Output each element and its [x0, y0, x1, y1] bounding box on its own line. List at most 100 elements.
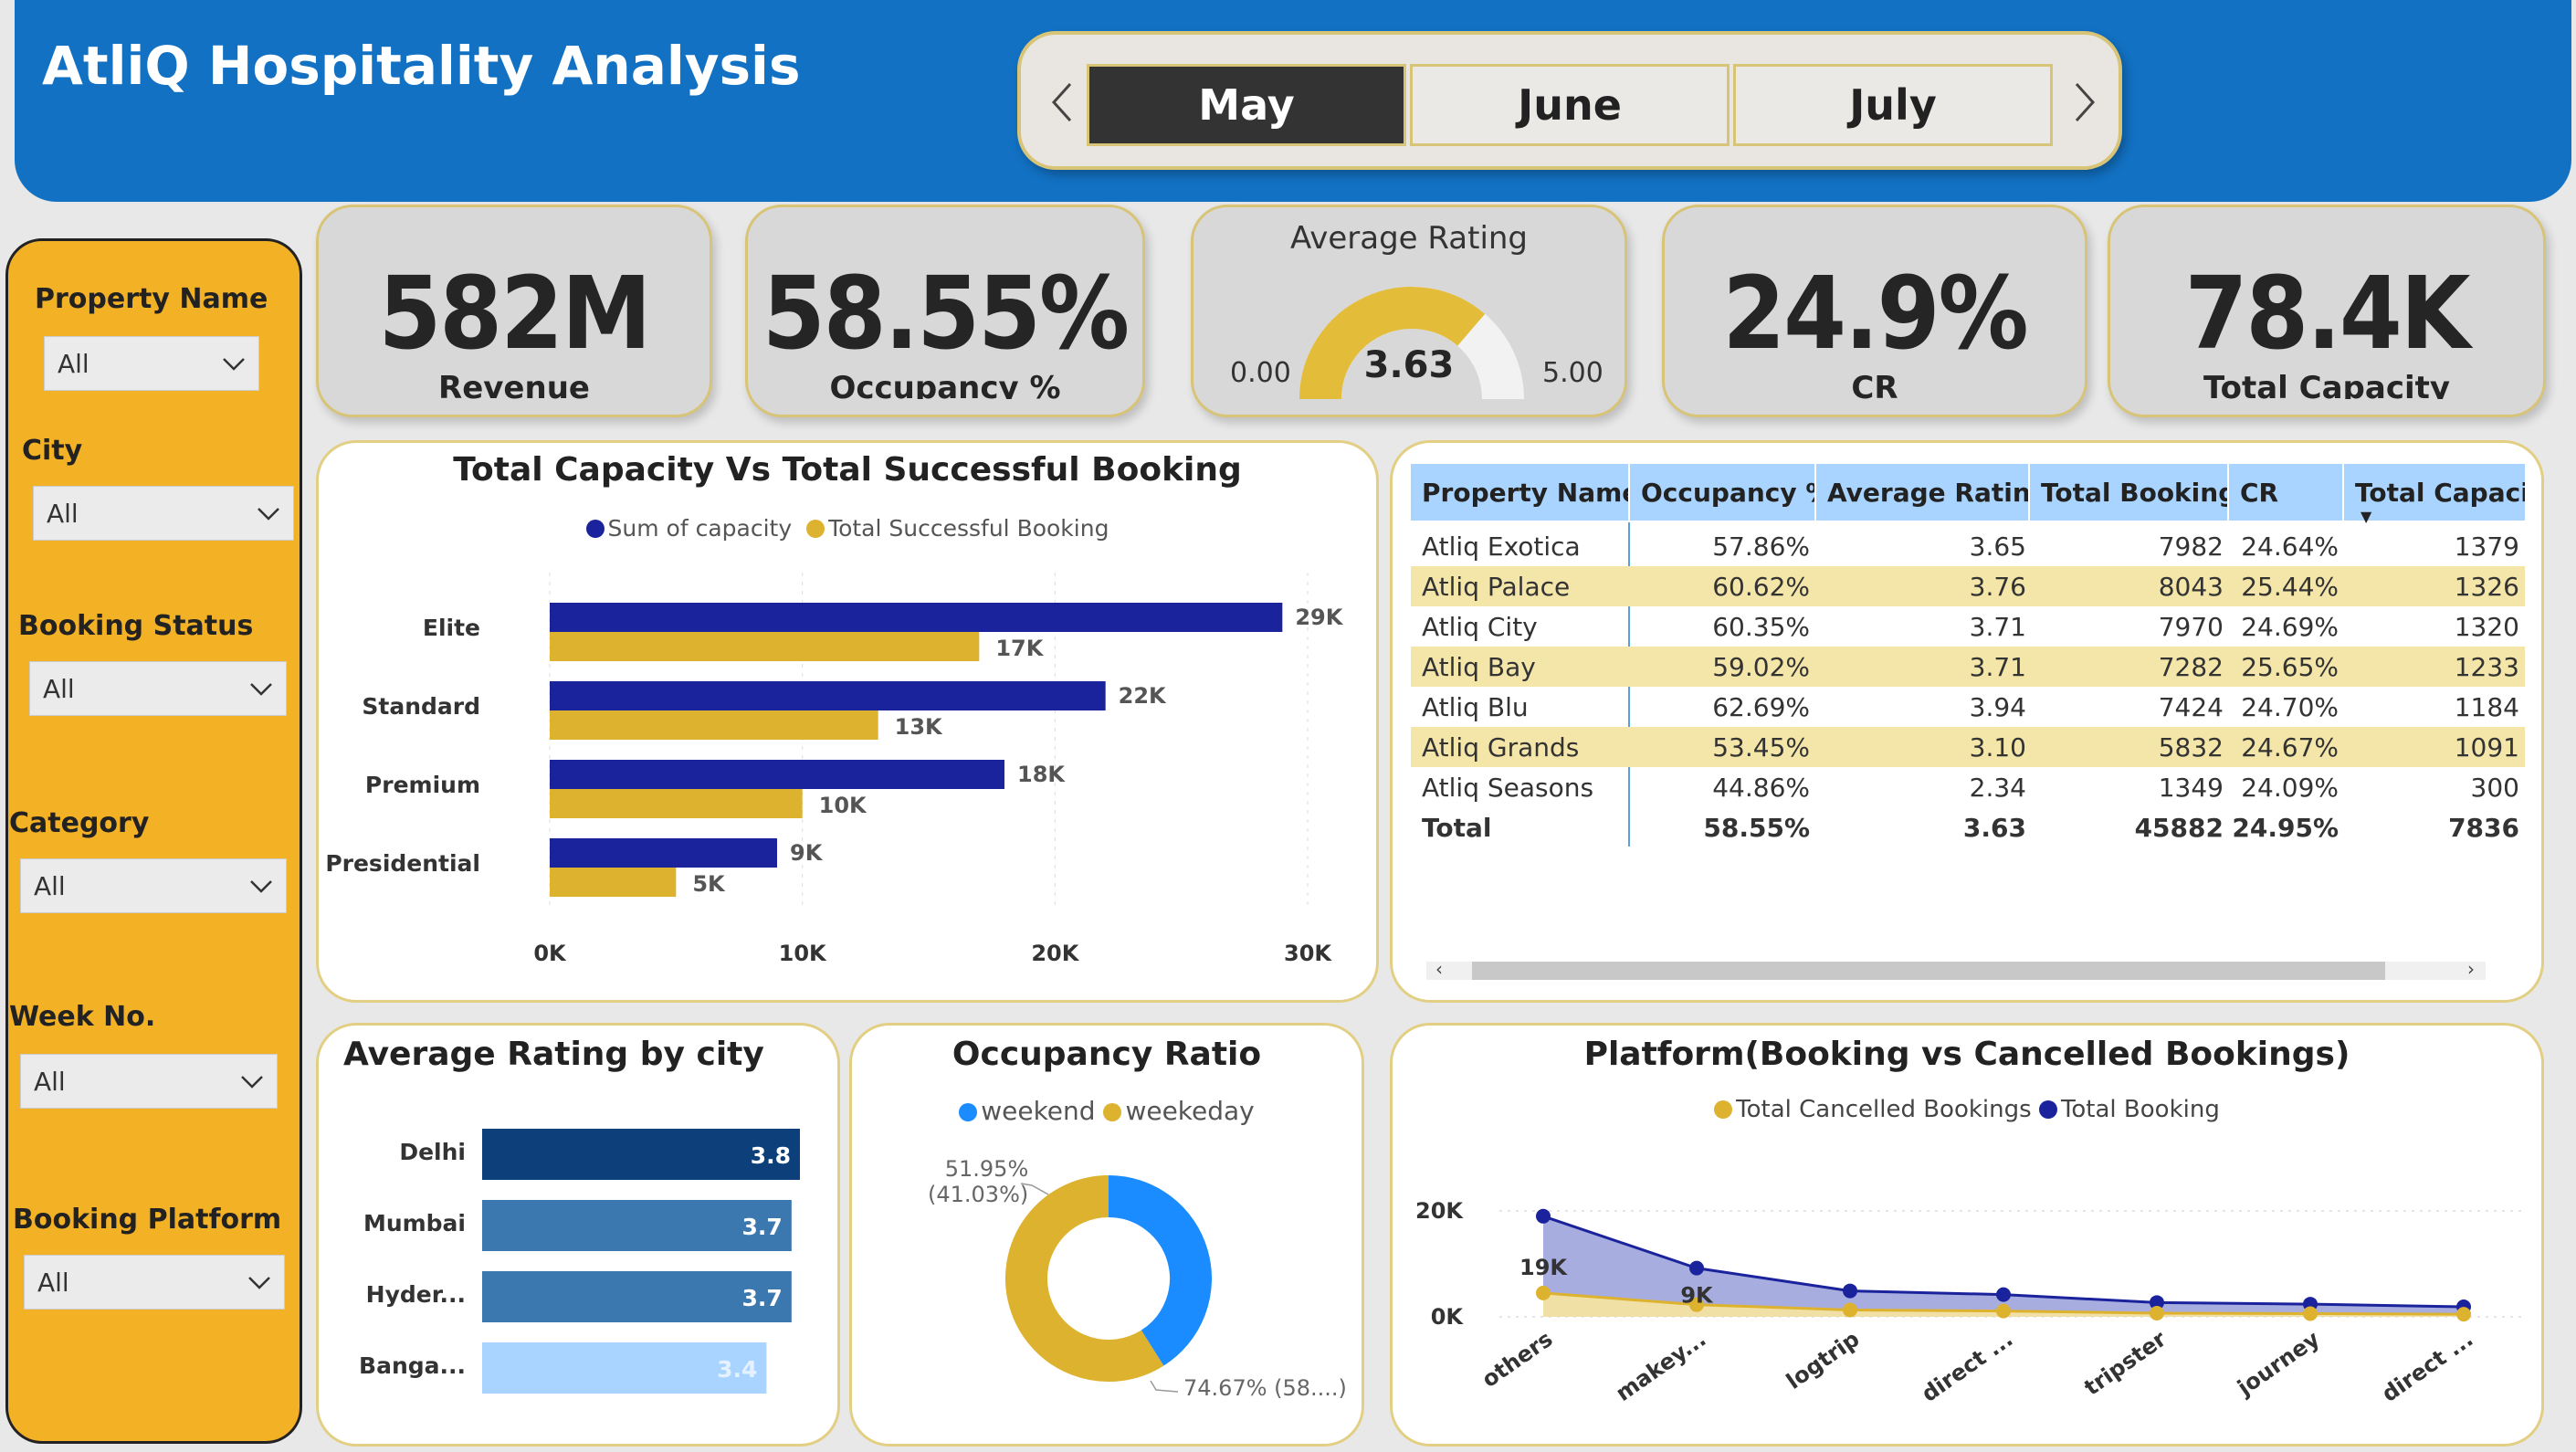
table-cell: 8043 — [2158, 572, 2224, 602]
table-cell: 7970 — [2158, 612, 2224, 642]
filter-label-platform: Booking Platform — [13, 1204, 282, 1236]
city-dropdown-value: All — [47, 498, 79, 529]
table-cell: Atliq Blu — [1422, 692, 1529, 722]
point-cancelled — [1843, 1302, 1857, 1318]
table-row[interactable]: Atliq Palace 60.62% 3.76 8043 25.44% 1326 — [1411, 566, 2525, 606]
table-row[interactable]: Atliq Blu 62.69% 3.94 7424 24.70% 1184 — [1411, 687, 2525, 727]
sort-desc-icon[interactable]: ▼ — [2360, 508, 2371, 525]
kpi-rating-card: Average Rating 0.00 3.63 5.00 — [1191, 205, 1627, 417]
week-dropdown[interactable]: All — [20, 1054, 278, 1109]
table-cell: 7282 — [2158, 652, 2224, 682]
table-row[interactable]: Atliq Grands 53.45% 3.10 5832 24.67% 1091 — [1411, 727, 2525, 767]
table-cell: 1184 — [2454, 692, 2519, 722]
table-cell: 2.34 — [1969, 773, 2026, 803]
table-cell: 7836 — [2448, 813, 2519, 843]
chevron-right-icon[interactable] — [2071, 75, 2098, 141]
table-cell: 60.35% — [1712, 612, 1810, 642]
booking-status-dropdown[interactable]: All — [29, 661, 287, 716]
category-label: Elite — [423, 615, 480, 641]
point-cancelled — [2150, 1305, 2164, 1320]
point-data-label: 19K — [1519, 1255, 1568, 1280]
point-data-label: 9K — [1680, 1283, 1714, 1309]
filter-label-category: Category — [9, 807, 150, 839]
kpi-cr-value: 24.9% — [1722, 255, 2028, 372]
point-cancelled — [2456, 1307, 2471, 1322]
donut-leader-line — [1150, 1380, 1179, 1393]
category-label: Standard — [362, 693, 480, 720]
table-header-cell[interactable]: Occupancy % — [1630, 464, 1814, 521]
table-cell: 7982 — [2158, 531, 2224, 562]
platform-dropdown[interactable]: All — [24, 1255, 285, 1310]
bar-booking-label: 5K — [692, 871, 726, 897]
chevron-down-icon — [250, 880, 272, 893]
bar-capacity — [550, 603, 1283, 632]
table-cell: 300 — [2470, 773, 2519, 803]
week-dropdown-value: All — [34, 1066, 66, 1097]
kpi-revenue-card: 582M Revenue — [316, 205, 712, 417]
scroll-left-icon[interactable]: ‹ — [1435, 958, 1443, 980]
x-tick-label: others — [1477, 1326, 1558, 1393]
table-cell: 3.65 — [1969, 531, 2026, 562]
x-tick-label: logtrip — [1782, 1326, 1864, 1394]
platform-area-chart: 20K 0K 19K others 9K makey... logtrip direct ..… — [1415, 1198, 2522, 1407]
category-dropdown[interactable]: All — [20, 858, 287, 913]
kpi-capacity-value: 78.4K — [2184, 255, 2471, 372]
filter-label-week: Week No. — [9, 1001, 156, 1033]
table-cell: 24.09% — [2241, 773, 2339, 803]
table-cell: 3.94 — [1969, 692, 2026, 722]
city-label: Hyder... — [366, 1281, 466, 1308]
point-cancelled — [1536, 1285, 1551, 1300]
bar-capacity — [550, 760, 1004, 789]
table-row[interactable]: Atliq City 60.35% 3.71 7970 24.69% 1320 — [1411, 606, 2525, 647]
bar-booking — [550, 632, 980, 661]
chevron-left-icon[interactable] — [1048, 75, 1076, 141]
table-cell: 1349 — [2158, 773, 2224, 803]
filter-label-booking-status: Booking Status — [18, 610, 254, 642]
chevron-down-icon — [250, 683, 272, 696]
table-cell: 59.02% — [1712, 652, 1810, 682]
bar-booking — [550, 710, 878, 740]
table-row[interactable]: Atliq Seasons 44.86% 2.34 1349 24.09% 300 — [1411, 767, 2525, 807]
chevron-down-icon — [223, 358, 245, 371]
table-header-cell[interactable]: CR — [2229, 464, 2342, 521]
table-cell: 53.45% — [1712, 732, 1810, 763]
table-header-cell[interactable]: Average Rating — [1816, 464, 2028, 521]
tab-june[interactable]: June — [1410, 64, 1730, 146]
donut-label-weekday: 74.67% (58....) — [1183, 1375, 1347, 1401]
x-tick-label: direct ... — [2377, 1326, 2477, 1407]
table-scroll-thumb[interactable] — [1472, 962, 2385, 980]
x-tick-label: 30K — [1284, 941, 1332, 966]
chevron-down-icon — [258, 508, 279, 521]
x-tick-label: makey... — [1611, 1326, 1710, 1406]
point-cancelled — [1996, 1303, 2011, 1319]
table-row[interactable]: Atliq Exotica 57.86% 3.65 7982 24.64% 1379 — [1411, 526, 2525, 566]
tab-may[interactable]: May — [1087, 64, 1406, 146]
table-hscrollbar[interactable]: ‹ › — [1426, 958, 2486, 980]
table-header-cell[interactable]: Property Name — [1411, 464, 1628, 521]
table-cell: 25.44% — [2241, 572, 2339, 602]
table-cell: 5832 — [2158, 732, 2224, 763]
city-dropdown[interactable]: All — [33, 486, 294, 541]
table-cell: 60.62% — [1712, 572, 1810, 602]
table-cell: 3.76 — [1969, 572, 2026, 602]
table-cell: 3.10 — [1969, 732, 2026, 763]
table-cell: 24.64% — [2241, 531, 2339, 562]
table-header-cell[interactable]: Total Booking — [2030, 464, 2227, 521]
table-cell: 3.63 — [1962, 813, 2026, 843]
scroll-right-icon[interactable]: › — [2467, 958, 2475, 980]
tab-july[interactable]: July — [1733, 64, 2053, 146]
property-dropdown[interactable]: All — [44, 336, 259, 391]
category-label: Premium — [365, 772, 480, 798]
table-row[interactable]: Atliq Bay 59.02% 3.71 7282 25.65% 1233 — [1411, 647, 2525, 687]
booking-status-dropdown-value: All — [43, 673, 75, 704]
city-rating-label: 3.8 — [751, 1142, 791, 1169]
table-cell: 24.69% — [2241, 612, 2339, 642]
category-label: Presidential — [325, 850, 480, 877]
filter-label-city: City — [22, 435, 83, 467]
x-tick-label: 10K — [779, 941, 827, 966]
table-cell: Atliq Exotica — [1422, 531, 1581, 562]
city-rating-label: 3.4 — [717, 1356, 757, 1383]
kpi-revenue-value: 582M — [378, 255, 651, 372]
kpi-occupancy-label: Occupancy % — [829, 370, 1061, 399]
table-total-row[interactable]: Total 58.55% 3.63 45882 24.95% 7836 — [1411, 807, 2525, 847]
